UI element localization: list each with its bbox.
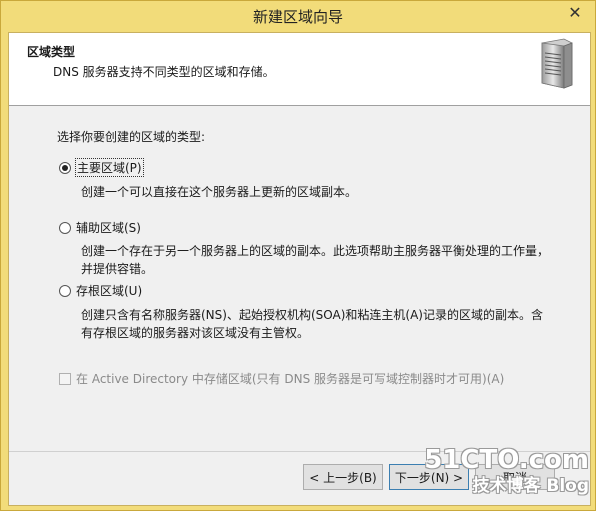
zone-type-prompt: 选择你要创建的区域的类型: [57, 130, 206, 144]
ad-store-label: 在 Active Directory 中存储区域(只有 DNS 服务器是可写域控… [76, 372, 505, 386]
wizard-window: 新建区域向导 ✕ 区域类型 DNS 服务器支持不同类型的区域和存储。 选择你要创… [0, 0, 596, 511]
wizard-body: 区域类型 DNS 服务器支持不同类型的区域和存储。 选择你要创建的区域的类型: … [8, 32, 591, 506]
window-title: 新建区域向导 [252, 8, 343, 26]
server-icon [541, 38, 573, 89]
next-button[interactable]: 下一步(N) > [389, 464, 469, 490]
ad-store-checkbox-row: 在 Active Directory 中存储区域(只有 DNS 服务器是可写域控… [59, 370, 504, 387]
radio-label-primary[interactable]: 主要区域(P) [75, 158, 144, 177]
footer-divider [9, 451, 590, 452]
radio-label-stub[interactable]: 存根区域(U) [76, 282, 142, 299]
radio-secondary-zone[interactable]: 辅助区域(S) [59, 219, 141, 236]
title-bar[interactable]: 新建区域向导 ✕ [1, 1, 595, 31]
stub-zone-description: 创建只含有名称服务器(NS)、起始授权机构(SOA)和粘连主机(A)记录的区域的… [81, 308, 543, 340]
close-button[interactable]: ✕ [563, 2, 587, 22]
radio-button-stub[interactable] [59, 284, 71, 297]
radio-button-primary[interactable] [59, 161, 71, 174]
page-title: 区域类型 [27, 45, 76, 59]
radio-primary-zone[interactable]: 主要区域(P) [59, 158, 144, 177]
close-icon: ✕ [568, 2, 582, 22]
radio-stub-zone[interactable]: 存根区域(U) [59, 282, 142, 299]
primary-zone-description: 创建一个可以直接在这个服务器上更新的区域副本。 [81, 185, 358, 199]
ad-store-checkbox [59, 372, 71, 385]
radio-label-secondary[interactable]: 辅助区域(S) [76, 219, 141, 236]
back-button[interactable]: < 上一步(B) [303, 464, 383, 490]
radio-button-secondary[interactable] [59, 221, 71, 234]
page-description: DNS 服务器支持不同类型的区域和存储。 [53, 65, 275, 79]
wizard-header: 区域类型 DNS 服务器支持不同类型的区域和存储。 [9, 33, 590, 106]
cancel-button[interactable]: 取消 [475, 464, 555, 490]
secondary-zone-description: 创建一个存在于另一个服务器上的区域的副本。此选项帮助主服务器平衡处理的工作量，并… [81, 244, 550, 276]
